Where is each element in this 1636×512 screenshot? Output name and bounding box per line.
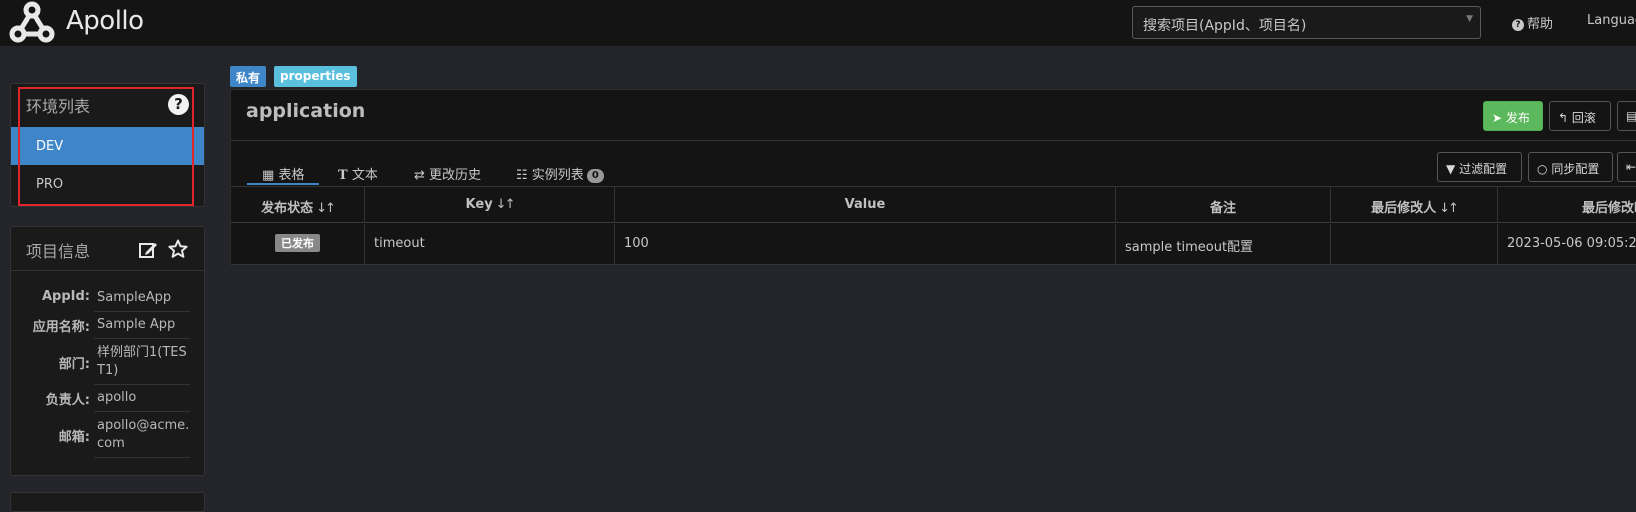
column-header-key[interactable]: Key ↓↑ [365,186,615,223]
undo-icon: ↰ [1558,111,1569,125]
field-label: AppId: [41,289,90,304]
cell-key[interactable]: timeout [365,224,615,264]
sort-icon: ↓↑ [495,197,516,212]
help-link[interactable]: ? 帮助 [1512,13,1553,32]
divider [231,140,1636,141]
transfer-icon: ⇄ [414,168,425,183]
tab-label: 表格 [278,168,305,183]
cell-modified-time: 2023-05-06 09:05:23 [1507,236,1636,251]
publish-label: 发布 [1505,111,1530,125]
field-label: 应用名称: [32,320,90,335]
field-value-appid: SampleApp [97,290,172,305]
question-circle-icon: ? [1512,19,1524,31]
sort-icon: ↓↑ [316,201,336,216]
calendar-icon: ▤ [1626,109,1636,123]
project-search-input[interactable]: 搜索项目(AppId、项目名) ▼ [1132,6,1481,39]
namespace-format-badge: properties [274,66,357,87]
divider [94,411,190,412]
divider [94,457,190,458]
highlight-box [18,87,194,206]
field-value-owner: apollo [97,390,137,405]
list-icon: ☷ [516,168,528,183]
namespace-scope-badge: 私有 [230,66,267,87]
divider [94,311,190,312]
instance-count-badge: 0 [586,169,604,183]
field-label: 邮箱: [58,430,90,445]
publish-button[interactable]: ➤ 发布 [1483,101,1543,131]
divider [94,338,190,339]
arrow-left-icon: ⇤ [1626,160,1636,174]
star-icon[interactable] [168,239,188,259]
divider [11,270,204,271]
cell-comment: sample timeout配置 [1116,224,1331,264]
filter-icon: ▼ [1446,162,1456,176]
next-panel [10,492,205,512]
tab-label: 文本 [351,168,378,183]
brand-name[interactable]: Apollo [66,6,144,36]
column-header-value: Value [615,186,1116,223]
edit-icon[interactable] [138,240,158,260]
sort-icon: ↓↑ [1439,201,1459,216]
column-header-status[interactable]: 发布状态 ↓↑ [231,186,365,223]
project-info-title: 项目信息 [26,242,91,261]
cell-modifier [1331,224,1498,264]
cell-value[interactable]: 100 [615,224,1116,264]
refresh-icon: ○ [1537,162,1548,176]
table-icon: ▦ [262,168,275,183]
field-label: 负责人: [45,393,90,408]
more-actions-button[interactable]: ▤ [1617,101,1636,131]
tab-table[interactable]: ▦ 表格 [262,164,304,183]
divider [94,384,190,385]
status-badge: 已发布 [275,234,320,252]
rollback-label: 回滚 [1571,111,1596,125]
tab-label: 更改历史 [429,168,482,183]
field-value-app-name: Sample App [97,317,176,332]
tab-text[interactable]: T 文本 [338,164,378,183]
tab-label: 实例列表 [531,168,584,183]
sync-label: 同步配置 [1551,162,1600,176]
diff-button[interactable]: ⇤ [1617,152,1636,182]
divider [231,264,1636,265]
chevron-down-icon: ▼ [1466,14,1473,24]
language-menu[interactable]: Language [1587,13,1636,28]
rollback-button[interactable]: ↰ 回滚 [1549,101,1611,131]
filter-config-button[interactable]: ▼ 过滤配置 [1437,152,1522,182]
field-value-email: apollo@acme.com [97,418,190,451]
tab-instances[interactable]: ☷ 实例列表 0 [516,164,604,183]
text-icon: T [338,168,348,183]
help-label: 帮助 [1527,17,1554,32]
active-tab-indicator [247,183,319,185]
sync-config-button[interactable]: ○ 同步配置 [1528,152,1613,182]
apollo-logo-icon[interactable] [8,1,56,45]
field-label: 部门: [58,357,90,372]
column-header-modifier[interactable]: 最后修改人 ↓↑ [1331,186,1498,223]
send-icon: ➤ [1492,111,1503,125]
table-row: 已发布 [231,224,365,264]
column-header-comment: 备注 [1116,186,1331,223]
filter-label: 过滤配置 [1459,162,1508,176]
field-value-department: 样例部门1(TEST1) [97,345,187,378]
namespace-title: application [246,100,366,122]
tab-history[interactable]: ⇄ 更改历史 [414,164,481,183]
column-header-modified-time: 最后修改时间 [1582,201,1636,216]
search-placeholder: 搜索项目(AppId、项目名) [1143,18,1307,34]
